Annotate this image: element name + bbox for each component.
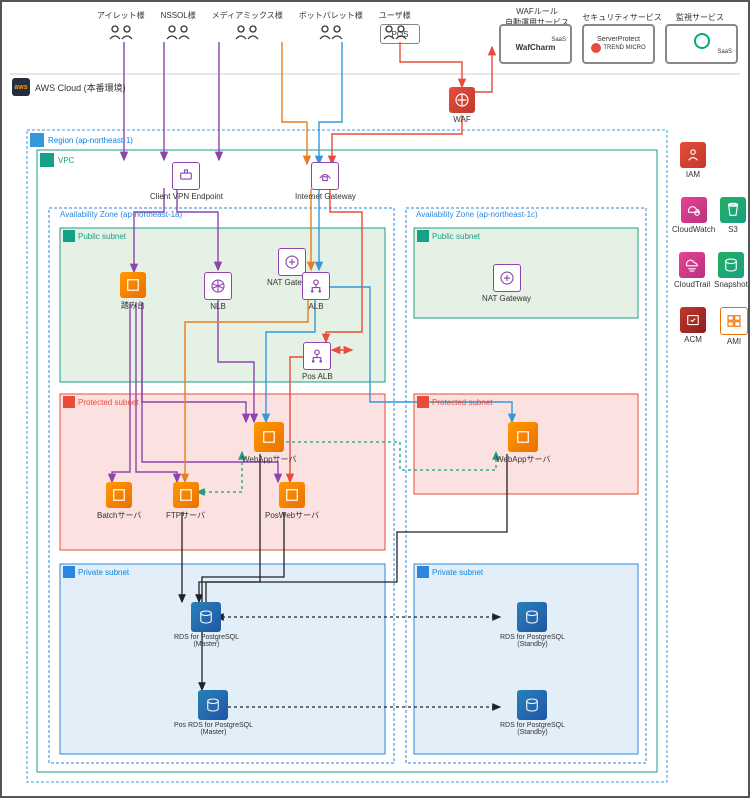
users-icon (106, 23, 136, 45)
public-subnet-a-badge: Public subnet (63, 230, 126, 242)
svc-ami: AMI (720, 307, 748, 346)
client-vpn-node: Client VPN Endpoint (150, 162, 223, 201)
vpc-icon (40, 153, 54, 167)
alb-icon (303, 342, 331, 370)
lock-icon (63, 230, 75, 242)
security-service-label: セキュリティサービス (582, 12, 662, 23)
s3-icon (720, 197, 746, 223)
cloudtrail-icon (679, 252, 705, 278)
lock-icon (417, 396, 429, 408)
svc-s3: S3 (720, 197, 746, 234)
users-icon (163, 23, 193, 45)
az-a-label: Availability Zone (ap-northeast-1a) (60, 210, 182, 219)
public-subnet-c-badge: Public subnet (417, 230, 480, 242)
pos-alb-node: Pos ALB (302, 342, 333, 381)
prot-subnet-c-badge: Protected subnet (417, 396, 492, 408)
acm-icon (680, 307, 706, 333)
monitor-service-label: 監視サービス (670, 12, 730, 23)
lock-icon (417, 566, 429, 578)
az-c-label: Availability Zone (ap-northeast-1c) (416, 210, 538, 219)
priv-subnet-a-badge: Private subnet (63, 566, 129, 578)
newrelic-logo-icon (694, 33, 710, 49)
priv-subnet-c-badge: Private subnet (417, 566, 483, 578)
rds-icon (517, 690, 547, 720)
saas-wafcharm: SaaS WafCharm (499, 24, 572, 64)
waf-node: WAF (449, 87, 475, 124)
cloudwatch-icon (681, 197, 707, 223)
user-group-row: アイレット様 NSSOL様 メディアミックス様 ボットパレット様 ユーザ様 (97, 10, 411, 45)
lock-icon (63, 396, 75, 408)
user-nssol: NSSOL様 (161, 10, 196, 45)
aws-cloud-badge: aws AWS Cloud (本番環境) (12, 78, 126, 96)
igw-icon (311, 162, 339, 190)
svc-iam: IAM (680, 142, 706, 179)
iam-icon (680, 142, 706, 168)
saas-trendmicro: ServerProtect TREND MICRO (582, 24, 655, 64)
user-mediamix: メディアミックス様 (212, 10, 283, 45)
rds-master-node: RDS for PostgreSQL (Master) (174, 602, 239, 648)
ami-icon (720, 307, 748, 335)
ec2-icon (508, 422, 538, 452)
rds-icon (517, 602, 547, 632)
lock-icon (417, 230, 429, 242)
region-icon (30, 133, 44, 147)
waf-icon (449, 87, 475, 113)
ec2-icon (279, 482, 305, 508)
users-icon (232, 23, 262, 45)
lock-icon (63, 566, 75, 578)
nat-c-node: NAT Gateway (482, 264, 531, 303)
pos-rds-standby-node: RDS for PostgreSQL (Standby) (500, 690, 565, 736)
webapp-a-node: WebAppサーバ (242, 422, 296, 465)
pos-box: POS (380, 24, 420, 44)
vpc-badge: VPC (40, 153, 74, 167)
pos-rds-master-node: Pos RDS for PostgreSQL (Master) (174, 690, 253, 736)
nat-icon (493, 264, 521, 292)
rds-standby-node: RDS for PostgreSQL (Standby) (500, 602, 565, 648)
svc-cloudwatch: CloudWatch (672, 197, 715, 234)
posweb-node: PosWebサーバ (265, 482, 319, 521)
bastion-node: 踏み台 (120, 272, 146, 311)
svc-acm: ACM (680, 307, 706, 344)
trend-logo-icon (591, 43, 601, 53)
saas-newrelic: SaaS (665, 24, 738, 64)
svc-cloudtrail: CloudTrail (674, 252, 710, 289)
snapshot-icon (718, 252, 744, 278)
users-icon (316, 23, 346, 45)
ec2-icon (254, 422, 284, 452)
nlb-icon (204, 272, 232, 300)
batch-node: Batchサーバ (97, 482, 141, 521)
user-botpalette: ボットパレット様 (299, 10, 363, 45)
igw-node: Internet Gateway (295, 162, 356, 201)
alb-node: ALB (302, 272, 330, 311)
user-iret: アイレット様 (97, 10, 145, 45)
rds-icon (191, 602, 221, 632)
ec2-icon (120, 272, 146, 298)
alb-icon (302, 272, 330, 300)
svc-snapshot: Snapshot (714, 252, 748, 289)
ec2-icon (106, 482, 132, 508)
prot-subnet-a-badge: Protected subnet (63, 396, 138, 408)
rds-icon (198, 690, 228, 720)
ftp-node: FTPサーバ (166, 482, 205, 521)
nlb-node: NLB (204, 272, 232, 311)
page-title: AWS Cloud (本番環境) (35, 81, 126, 94)
vpn-icon (172, 162, 200, 190)
region-badge: Region (ap-northeast-1) (30, 133, 133, 147)
architecture-diagram: aws AWS Cloud (本番環境) アイレット様 NSSOL様 メディアミ… (0, 0, 750, 798)
ec2-icon (173, 482, 199, 508)
webapp-c-node: WebAppサーバ (496, 422, 550, 465)
